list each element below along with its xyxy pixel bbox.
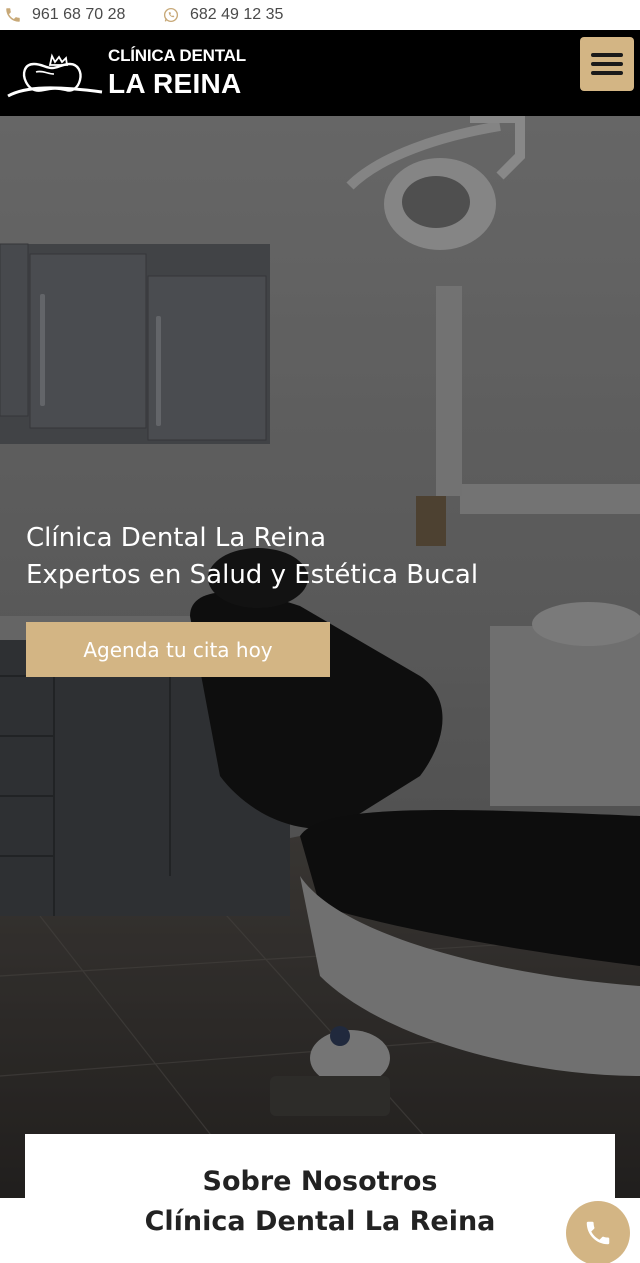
top-contact-bar: 961 68 70 28 682 49 12 35 (0, 0, 640, 30)
about-heading: Sobre Nosotros Clínica Dental La Reina (25, 1162, 615, 1242)
phone-link[interactable]: 961 68 70 28 (4, 0, 125, 30)
whatsapp-number: 682 49 12 35 (190, 6, 284, 23)
menu-toggle-button[interactable] (580, 37, 634, 91)
phone-number: 961 68 70 28 (32, 6, 126, 23)
hero-heading-line2: Expertos en Salud y Estética Bucal (26, 560, 479, 590)
hamburger-menu-icon (591, 53, 623, 75)
phone-icon (586, 1221, 610, 1245)
site-header: CLÍNICA DENTAL LA REINA (0, 30, 640, 116)
floating-call-button[interactable] (566, 1201, 630, 1263)
logo-text-line1: CLÍNICA DENTAL (108, 46, 246, 65)
about-heading-line1: Sobre Nosotros (202, 1166, 438, 1197)
logo-link[interactable]: CLÍNICA DENTAL LA REINA (6, 38, 266, 108)
about-card: Sobre Nosotros Clínica Dental La Reina (25, 1134, 615, 1263)
whatsapp-icon (162, 6, 180, 24)
hero-section: Clínica Dental La Reina Expertos en Salu… (0, 116, 640, 1198)
whatsapp-link[interactable]: 682 49 12 35 (162, 0, 283, 30)
logo-text-line2: LA REINA (108, 68, 242, 99)
tooth-crown-logo (7, 53, 103, 98)
about-heading-line2: Clínica Dental La Reina (144, 1206, 496, 1237)
hero-heading-line1: Clínica Dental La Reina (26, 523, 327, 553)
hero-heading: Clínica Dental La Reina Expertos en Salu… (26, 520, 626, 594)
book-appointment-button[interactable]: Agenda tu cita hoy (26, 622, 330, 677)
phone-icon (4, 6, 22, 24)
